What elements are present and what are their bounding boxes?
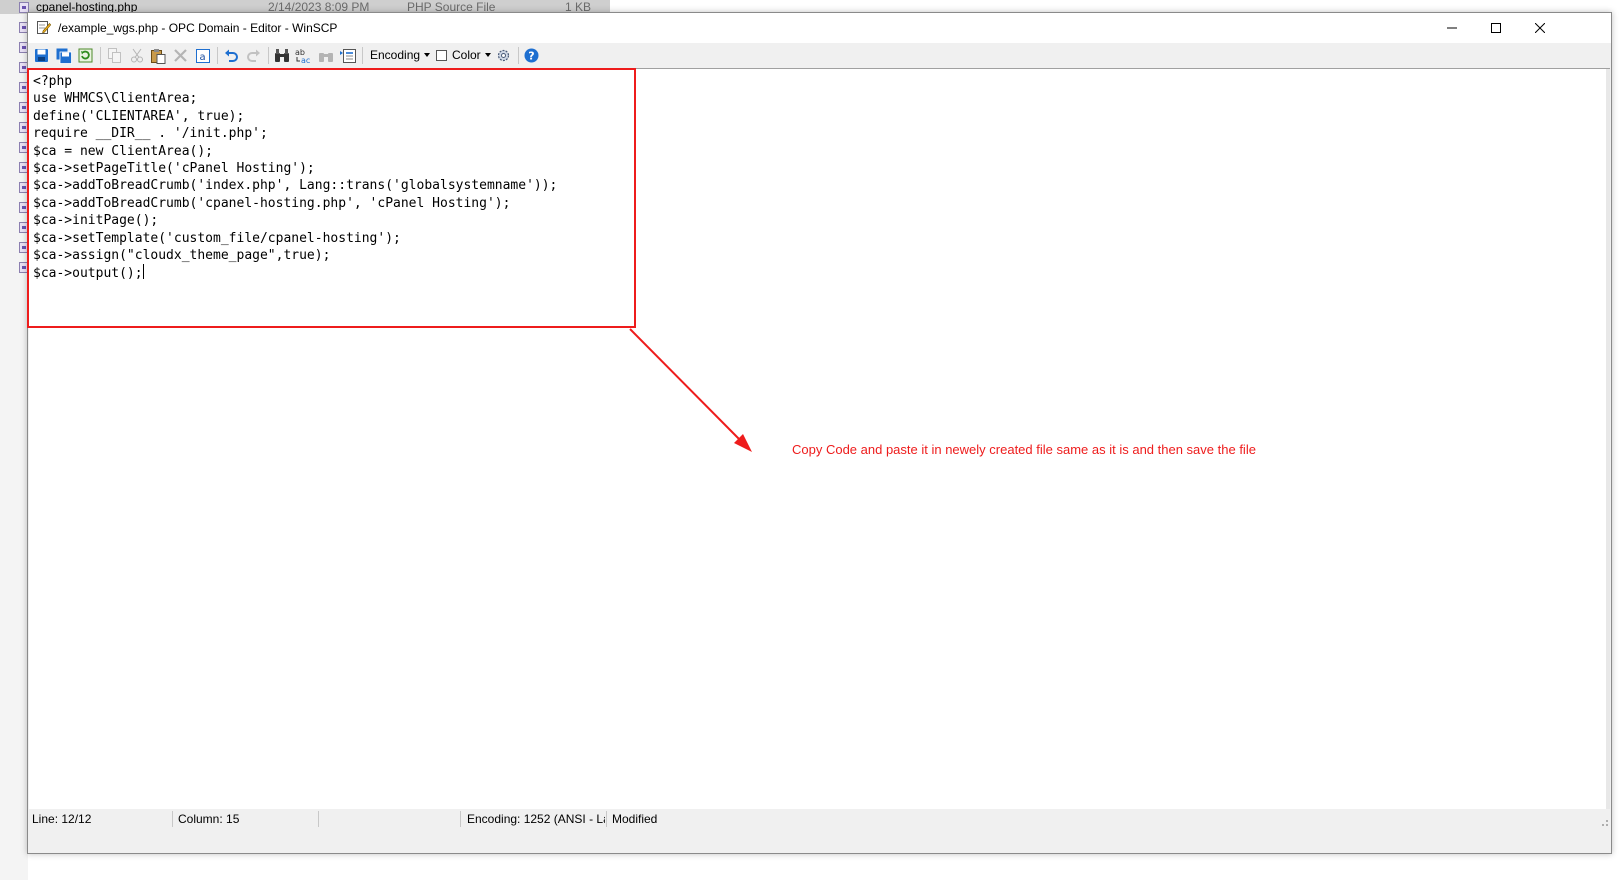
status-bar: Line: 12/12 Column: 15 Encoding: 1252 (A… [28, 809, 1611, 829]
cut-icon [130, 48, 143, 63]
status-line: Line: 12/12 [32, 812, 92, 826]
editor-toolbar: a ab ac Encoding Color ? [28, 43, 1611, 68]
redo-icon [247, 49, 260, 62]
select-all-icon: a [195, 48, 210, 63]
paste-button[interactable] [149, 46, 168, 65]
cut-button[interactable] [127, 46, 146, 65]
maximize-icon [1491, 23, 1501, 33]
save-all-icon [56, 48, 72, 64]
color-dropdown-label: Color [452, 48, 481, 62]
chevron-down-icon [424, 52, 431, 57]
edit-file-icon [37, 20, 52, 35]
find-next-icon [318, 53, 333, 62]
save-all-button[interactable] [54, 46, 73, 65]
reload-button[interactable] [76, 46, 95, 65]
resize-grip-icon[interactable] [1599, 817, 1609, 827]
replace-button[interactable]: ab ac [294, 46, 313, 65]
vertical-scrollbar[interactable] [1606, 69, 1610, 809]
copy-button[interactable] [105, 46, 124, 65]
annotation-text: Copy Code and paste it in newely created… [792, 442, 1256, 457]
find-icon [274, 49, 289, 62]
minimize-button[interactable] [1430, 13, 1474, 43]
find-button[interactable] [272, 46, 291, 65]
copy-icon [107, 48, 121, 63]
svg-text:ac: ac [301, 56, 310, 64]
go-to-line-icon [339, 48, 356, 63]
status-column: Column: 15 [178, 812, 240, 826]
encoding-dropdown-label: Encoding [370, 48, 421, 62]
save-button[interactable] [32, 46, 51, 65]
color-dropdown[interactable]: Color [452, 47, 491, 64]
svg-text:?: ? [528, 50, 534, 63]
title-bar[interactable]: /example_wgs.php - OPC Domain - Editor -… [28, 13, 1611, 43]
close-icon [1535, 23, 1545, 33]
encoding-dropdown[interactable]: Encoding [370, 47, 431, 64]
annotation-highlight-box [27, 68, 636, 328]
close-button[interactable] [1518, 13, 1562, 43]
delete-button[interactable] [171, 46, 190, 65]
chevron-down-icon [484, 52, 491, 57]
help-button[interactable]: ? [522, 46, 541, 65]
minimize-icon [1447, 27, 1457, 29]
svg-text:a: a [199, 52, 205, 63]
reload-icon [78, 48, 93, 63]
help-icon: ? [524, 48, 539, 63]
color-checkbox[interactable] [436, 50, 447, 61]
select-all-button[interactable]: a [193, 46, 212, 65]
preferences-button[interactable] [494, 46, 513, 65]
save-icon [35, 49, 48, 62]
replace-icon: abac [295, 48, 310, 64]
status-encoding: Encoding: 1252 (ANSI - La [467, 812, 605, 826]
go-to-line-button[interactable] [338, 46, 357, 65]
delete-icon [174, 49, 187, 62]
undo-icon [225, 49, 238, 62]
status-modified: Modified [612, 812, 658, 826]
paste-icon [151, 48, 166, 64]
find-next-button[interactable] [316, 46, 335, 65]
maximize-button[interactable] [1474, 13, 1518, 43]
window-title: /example_wgs.php - OPC Domain - Editor -… [58, 21, 338, 35]
undo-button[interactable] [222, 46, 241, 65]
preferences-icon [497, 49, 510, 62]
redo-button[interactable] [244, 46, 263, 65]
